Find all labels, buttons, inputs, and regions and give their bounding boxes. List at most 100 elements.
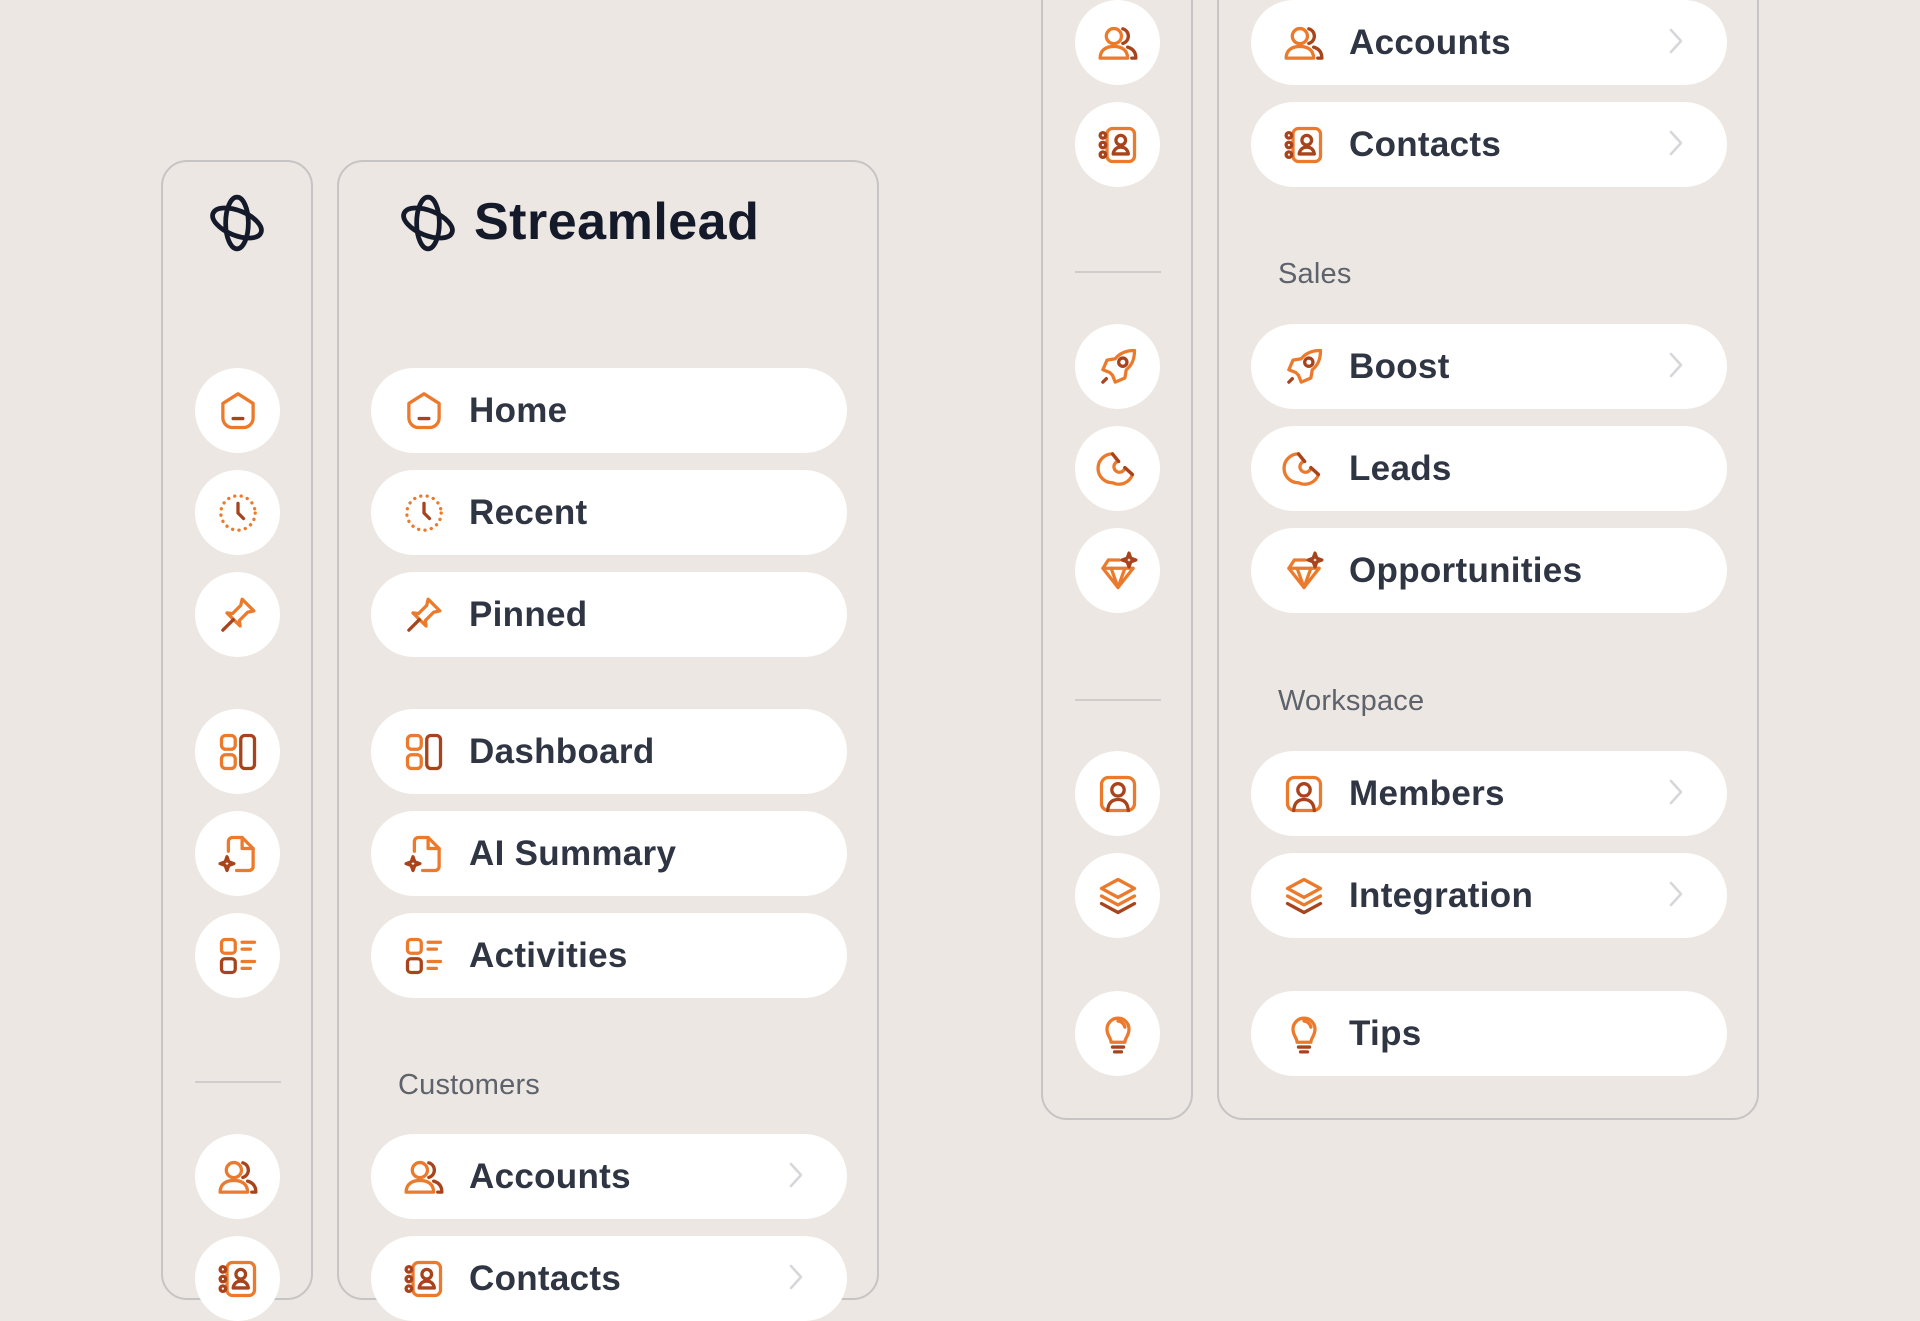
magnet-icon xyxy=(1281,446,1327,492)
orbit-logo-icon[interactable] xyxy=(397,192,459,254)
dashboard-icon xyxy=(216,730,260,774)
lightbulb-icon xyxy=(1281,1011,1327,1057)
nav-leads-label: Leads xyxy=(1349,448,1452,488)
rail-recent[interactable] xyxy=(195,470,280,555)
brand-name: Streamlead xyxy=(474,193,760,251)
diamond-icon xyxy=(1281,548,1327,594)
nav-contacts[interactable]: Contacts xyxy=(371,1236,847,1321)
users-icon xyxy=(1281,20,1327,66)
rail-divider xyxy=(1075,699,1161,701)
nav-leads[interactable]: Leads xyxy=(1251,426,1727,511)
rail-dashboard[interactable] xyxy=(195,709,280,794)
chevron-right-icon xyxy=(785,1160,807,1190)
rail-tips[interactable] xyxy=(1075,991,1160,1076)
nav-accounts[interactable]: Accounts xyxy=(371,1134,847,1219)
users-icon xyxy=(216,1155,260,1199)
pin-icon xyxy=(216,593,260,637)
nav-contacts-label: Contacts xyxy=(469,1258,622,1298)
orbit-logo-icon[interactable] xyxy=(206,192,268,254)
clock-icon xyxy=(401,490,447,536)
home-icon xyxy=(216,389,260,433)
nav-accounts[interactable]: Accounts xyxy=(1251,0,1727,85)
nav-recent[interactable]: Recent xyxy=(371,470,847,555)
nav-members[interactable]: Members xyxy=(1251,751,1727,836)
nav-integration-label: Integration xyxy=(1349,875,1534,915)
contact-book-icon xyxy=(1281,122,1327,168)
rocket-icon xyxy=(1096,345,1140,389)
nav-members-label: Members xyxy=(1349,773,1505,813)
nav-opportunities-label: Opportunities xyxy=(1349,550,1583,590)
nav-dashboard[interactable]: Dashboard xyxy=(371,709,847,794)
diamond-icon xyxy=(1096,549,1140,593)
nav-accounts-label: Accounts xyxy=(469,1156,631,1196)
nav-ai-summary-label: AI Summary xyxy=(469,833,677,873)
nav-tips[interactable]: Tips xyxy=(1251,991,1727,1076)
layers-icon xyxy=(1096,874,1140,918)
users-icon xyxy=(1096,21,1140,65)
rail-home[interactable] xyxy=(195,368,280,453)
rail-opportunities[interactable] xyxy=(1075,528,1160,613)
rail-boost[interactable] xyxy=(1075,324,1160,409)
collapsed-sidebar xyxy=(161,160,313,1321)
chevron-right-icon xyxy=(785,1262,807,1292)
rail-accounts[interactable] xyxy=(1075,0,1160,85)
nav-boost-label: Boost xyxy=(1349,346,1450,386)
nav-home-label: Home xyxy=(469,390,568,430)
member-icon xyxy=(1281,771,1327,817)
ai-document-icon xyxy=(216,832,260,876)
contact-book-icon xyxy=(1096,123,1140,167)
nav-recent-label: Recent xyxy=(469,492,588,532)
chevron-right-icon xyxy=(1665,879,1687,909)
nav-activities[interactable]: Activities xyxy=(371,913,847,998)
nav-ai-summary[interactable]: AI Summary xyxy=(371,811,847,896)
nav-accounts-label: Accounts xyxy=(1349,22,1511,62)
activities-icon xyxy=(401,933,447,979)
nav-home[interactable]: Home xyxy=(371,368,847,453)
rocket-icon xyxy=(1281,344,1327,390)
nav-contacts[interactable]: Contacts xyxy=(1251,102,1727,187)
expanded-sidebar-scrolled: Accounts Contacts Sales Boost Leads Oppo… xyxy=(1217,0,1759,1120)
activities-icon xyxy=(216,934,260,978)
contact-book-icon xyxy=(401,1256,447,1302)
chevron-right-icon xyxy=(1665,350,1687,380)
magnet-icon xyxy=(1095,447,1140,491)
lightbulb-icon xyxy=(1096,1012,1140,1056)
ai-document-icon xyxy=(401,831,447,877)
nav-pinned-label: Pinned xyxy=(469,594,588,634)
nav-opportunities[interactable]: Opportunities xyxy=(1251,528,1727,613)
nav-boost[interactable]: Boost xyxy=(1251,324,1727,409)
section-customers: Customers xyxy=(398,1069,540,1101)
rail-contacts[interactable] xyxy=(1075,102,1160,187)
dashboard-icon xyxy=(401,729,447,775)
member-icon xyxy=(1096,772,1140,816)
nav-tips-label: Tips xyxy=(1349,1013,1422,1053)
rail-activities[interactable] xyxy=(195,913,280,998)
nav-integration[interactable]: Integration xyxy=(1251,853,1727,938)
rail-divider xyxy=(195,1081,281,1083)
nav-contacts-label: Contacts xyxy=(1349,124,1502,164)
pin-icon xyxy=(401,592,447,638)
section-sales: Sales xyxy=(1278,258,1352,290)
nav-dashboard-label: Dashboard xyxy=(469,731,655,771)
rail-divider xyxy=(1075,271,1161,273)
home-icon xyxy=(401,388,447,434)
rail-ai-summary[interactable] xyxy=(195,811,280,896)
rail-pinned[interactable] xyxy=(195,572,280,657)
users-icon xyxy=(401,1154,447,1200)
rail-accounts[interactable] xyxy=(195,1134,280,1219)
rail-integration[interactable] xyxy=(1075,853,1160,938)
rail-members[interactable] xyxy=(1075,751,1160,836)
chevron-right-icon xyxy=(1665,128,1687,158)
section-workspace: Workspace xyxy=(1278,685,1425,717)
chevron-right-icon xyxy=(1665,26,1687,56)
chevron-right-icon xyxy=(1665,777,1687,807)
nav-activities-label: Activities xyxy=(469,935,628,975)
rail-contacts[interactable] xyxy=(195,1236,280,1321)
clock-icon xyxy=(216,491,260,535)
rail-leads[interactable] xyxy=(1075,426,1160,511)
collapsed-sidebar-scrolled xyxy=(1041,0,1193,1120)
expanded-sidebar: Streamlead Home Recent Pinned Dashboard … xyxy=(337,160,879,1321)
nav-pinned[interactable]: Pinned xyxy=(371,572,847,657)
layers-icon xyxy=(1281,873,1327,919)
contact-book-icon xyxy=(216,1257,260,1301)
